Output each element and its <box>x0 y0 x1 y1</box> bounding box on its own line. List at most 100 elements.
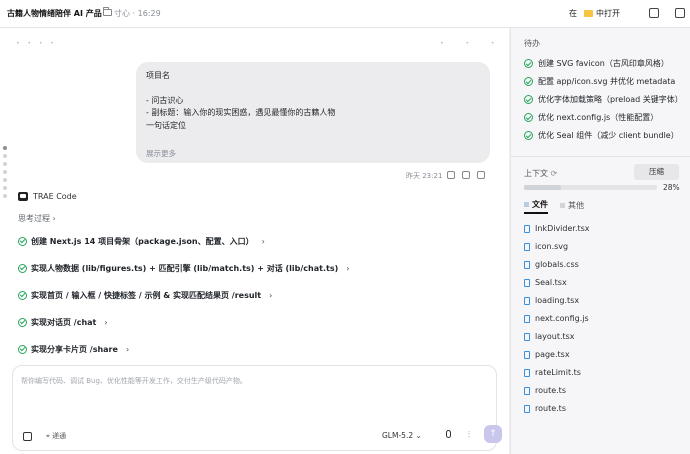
open-in-label: 中打开 <box>596 9 620 18</box>
task-item[interactable]: 实现对话页 /chat › <box>18 315 108 329</box>
todo-item: 配置 app/icon.svg 并优化 metadata <box>524 76 675 87</box>
folder-name: 寸心 <box>114 9 130 18</box>
file-name: page.tsx <box>535 350 570 359</box>
context-label: 递通 <box>52 432 67 440</box>
layout-icon[interactable] <box>675 8 685 18</box>
file-icon <box>524 368 530 377</box>
file-name: icon.svg <box>535 242 569 251</box>
file-icon <box>524 296 530 305</box>
file-item[interactable]: loading.tsx <box>524 296 579 305</box>
check-circle-icon <box>18 317 27 327</box>
check-circle-icon <box>524 131 533 140</box>
tab-files[interactable]: 文件 <box>524 199 548 214</box>
file-name: Seal.tsx <box>535 278 567 287</box>
task-label: 实现首页 / 输入框 / 快捷标签 / 示例 & 实现匹配结果页 /result <box>31 290 262 300</box>
edit-icon[interactable] <box>462 171 470 179</box>
chevron-right-icon: › <box>346 263 350 273</box>
todo-item: 优化字体加载策略（preload 关键字体） <box>524 94 683 105</box>
task-item[interactable]: 创建 Next.js 14 项目骨架（package.json、配置、入口） › <box>18 234 265 248</box>
nav-dot[interactable] <box>3 194 7 198</box>
message-nav-dots[interactable] <box>3 146 7 198</box>
composer-input[interactable]: 帮你编写代码、调试 Bug、优化性能等开发工作，交付生产级代码产物。 <box>21 376 247 386</box>
user-message-bubble: 项目名 - 问古识心 - 副标题：输入你的现实困惑，遇见最懂你的古籍人物 一句话… <box>136 62 490 163</box>
task-label: 实现人物数据 (lib/figures.ts) + 匹配引擎 (lib/matc… <box>31 263 339 273</box>
refresh-icon[interactable]: ⟳ <box>551 169 558 178</box>
check-circle-icon <box>18 263 27 273</box>
model-name: GLM-5.2 <box>382 431 414 440</box>
task-label: 创建 Next.js 14 项目骨架（package.json、配置、入口） <box>31 236 254 246</box>
file-item[interactable]: globals.css <box>524 260 579 269</box>
context-usage-percent: 28% <box>663 183 680 192</box>
panel-toggle-icon[interactable] <box>649 8 659 18</box>
folder-icon <box>103 7 112 16</box>
file-item[interactable]: Seal.tsx <box>524 278 567 287</box>
check-circle-icon <box>18 344 27 354</box>
file-item[interactable]: page.tsx <box>524 350 570 359</box>
folder-app-icon <box>584 10 593 17</box>
task-item[interactable]: 实现首页 / 输入框 / 快捷标签 / 示例 & 实现匹配结果页 /result… <box>18 288 272 302</box>
file-name: next.config.js <box>535 314 589 323</box>
file-name: route.ts <box>535 404 566 413</box>
attach-icon[interactable] <box>23 432 32 441</box>
divider <box>511 156 690 157</box>
file-name: rateLimit.ts <box>535 368 581 377</box>
voice-wave-icon[interactable]: ⫶ <box>468 430 470 440</box>
file-name: InkDivider.tsx <box>535 224 590 233</box>
todo-item: 创建 SVG favicon（古风印章风格） <box>524 58 669 69</box>
file-item[interactable]: route.ts <box>524 386 566 395</box>
tab-other[interactable]: 其他 <box>560 199 584 214</box>
tab-label: 文件 <box>532 200 548 209</box>
model-selector[interactable]: GLM-5.2 ⌄ <box>382 431 422 440</box>
file-icon <box>524 404 530 413</box>
file-icon <box>524 332 530 341</box>
compress-button[interactable]: 压缩 <box>634 164 679 180</box>
nav-dot[interactable] <box>3 178 7 182</box>
check-circle-icon <box>524 95 533 104</box>
message-line: - 问古识心 <box>146 95 184 105</box>
message-composer[interactable]: 帮你编写代码、调试 Bug、优化性能等开发工作，交付生产级代码产物。 ⌖ 递通 … <box>12 365 502 451</box>
check-circle-icon <box>18 236 27 246</box>
file-item[interactable]: next.config.js <box>524 314 589 323</box>
app-title: 古籍人物情绪陪伴 AI 产品 <box>7 9 102 18</box>
mic-icon[interactable] <box>446 430 451 438</box>
check-circle-icon <box>524 77 533 86</box>
file-item[interactable]: InkDivider.tsx <box>524 224 590 233</box>
check-circle-icon <box>18 290 27 300</box>
file-item[interactable]: layout.tsx <box>524 332 575 341</box>
context-usage-bar <box>524 185 657 190</box>
file-icon <box>524 314 530 323</box>
file-item[interactable]: rateLimit.ts <box>524 368 581 377</box>
task-item[interactable]: 实现人物数据 (lib/figures.ts) + 匹配引擎 (lib/matc… <box>18 261 349 275</box>
todo-title: 待办 <box>524 39 540 48</box>
side-panel: 待办 创建 SVG favicon（古风印章风格） 配置 app/icon.sv… <box>510 28 690 454</box>
nav-dot[interactable] <box>3 162 7 166</box>
nav-dot[interactable] <box>3 154 7 158</box>
file-name: globals.css <box>535 260 579 269</box>
file-item[interactable]: icon.svg <box>524 242 568 251</box>
file-item[interactable]: route.ts <box>524 404 566 413</box>
file-icon <box>524 350 530 359</box>
thinking-toggle[interactable]: 思考过程 › <box>18 213 56 224</box>
copy-icon[interactable] <box>447 171 455 179</box>
nav-dot[interactable] <box>3 170 7 174</box>
message-line: 一句话定位 <box>146 120 186 130</box>
show-more-link[interactable]: 展示更多 <box>146 148 176 159</box>
file-name: route.ts <box>535 386 566 395</box>
message-line: - 副标题：输入你的现实困惑，遇见最懂你的古籍人物 <box>146 108 336 117</box>
open-in-button[interactable]: 在 中打开 <box>569 6 620 21</box>
context-button[interactable]: ⌖ 递通 <box>46 431 66 441</box>
agent-name: TRAE Code <box>33 192 77 201</box>
undo-icon[interactable] <box>477 171 485 179</box>
agent-header: TRAE Code <box>18 192 77 201</box>
nav-dot[interactable] <box>3 146 7 150</box>
send-button[interactable]: ↑ <box>484 425 502 443</box>
todo-label: 优化 next.config.js（性能配置） <box>538 113 659 122</box>
task-item[interactable]: 实现分享卡片页 /share › <box>18 342 129 356</box>
tab-label: 其他 <box>568 201 584 210</box>
todo-label: 创建 SVG favicon（古风印章风格） <box>538 59 669 68</box>
context-title: 上下文 ⟳ <box>524 168 557 179</box>
chevron-right-icon: › <box>269 290 273 300</box>
chevron-right-icon: › <box>104 317 108 327</box>
files-icon <box>524 202 529 207</box>
nav-dot[interactable] <box>3 186 7 190</box>
